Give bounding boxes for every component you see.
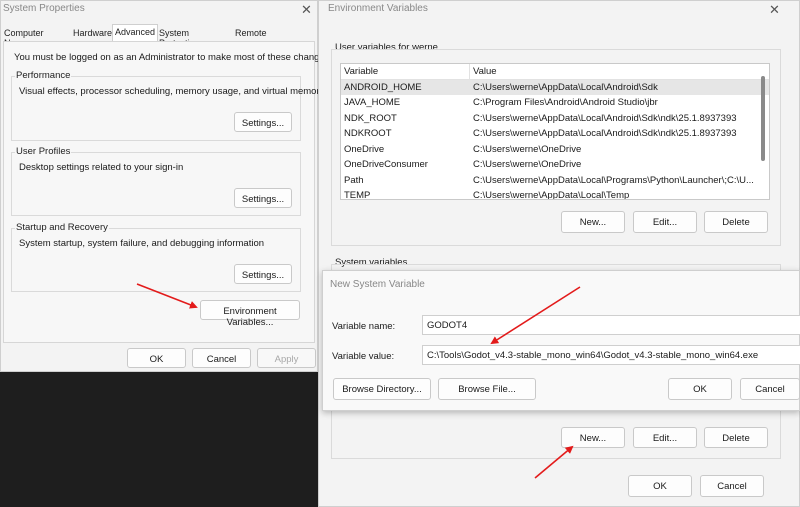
red-arrow-new-button [534, 445, 574, 479]
annotation-arrows [136, 283, 581, 479]
red-arrow-value-field [490, 286, 581, 345]
red-arrow-env-button [136, 283, 198, 309]
